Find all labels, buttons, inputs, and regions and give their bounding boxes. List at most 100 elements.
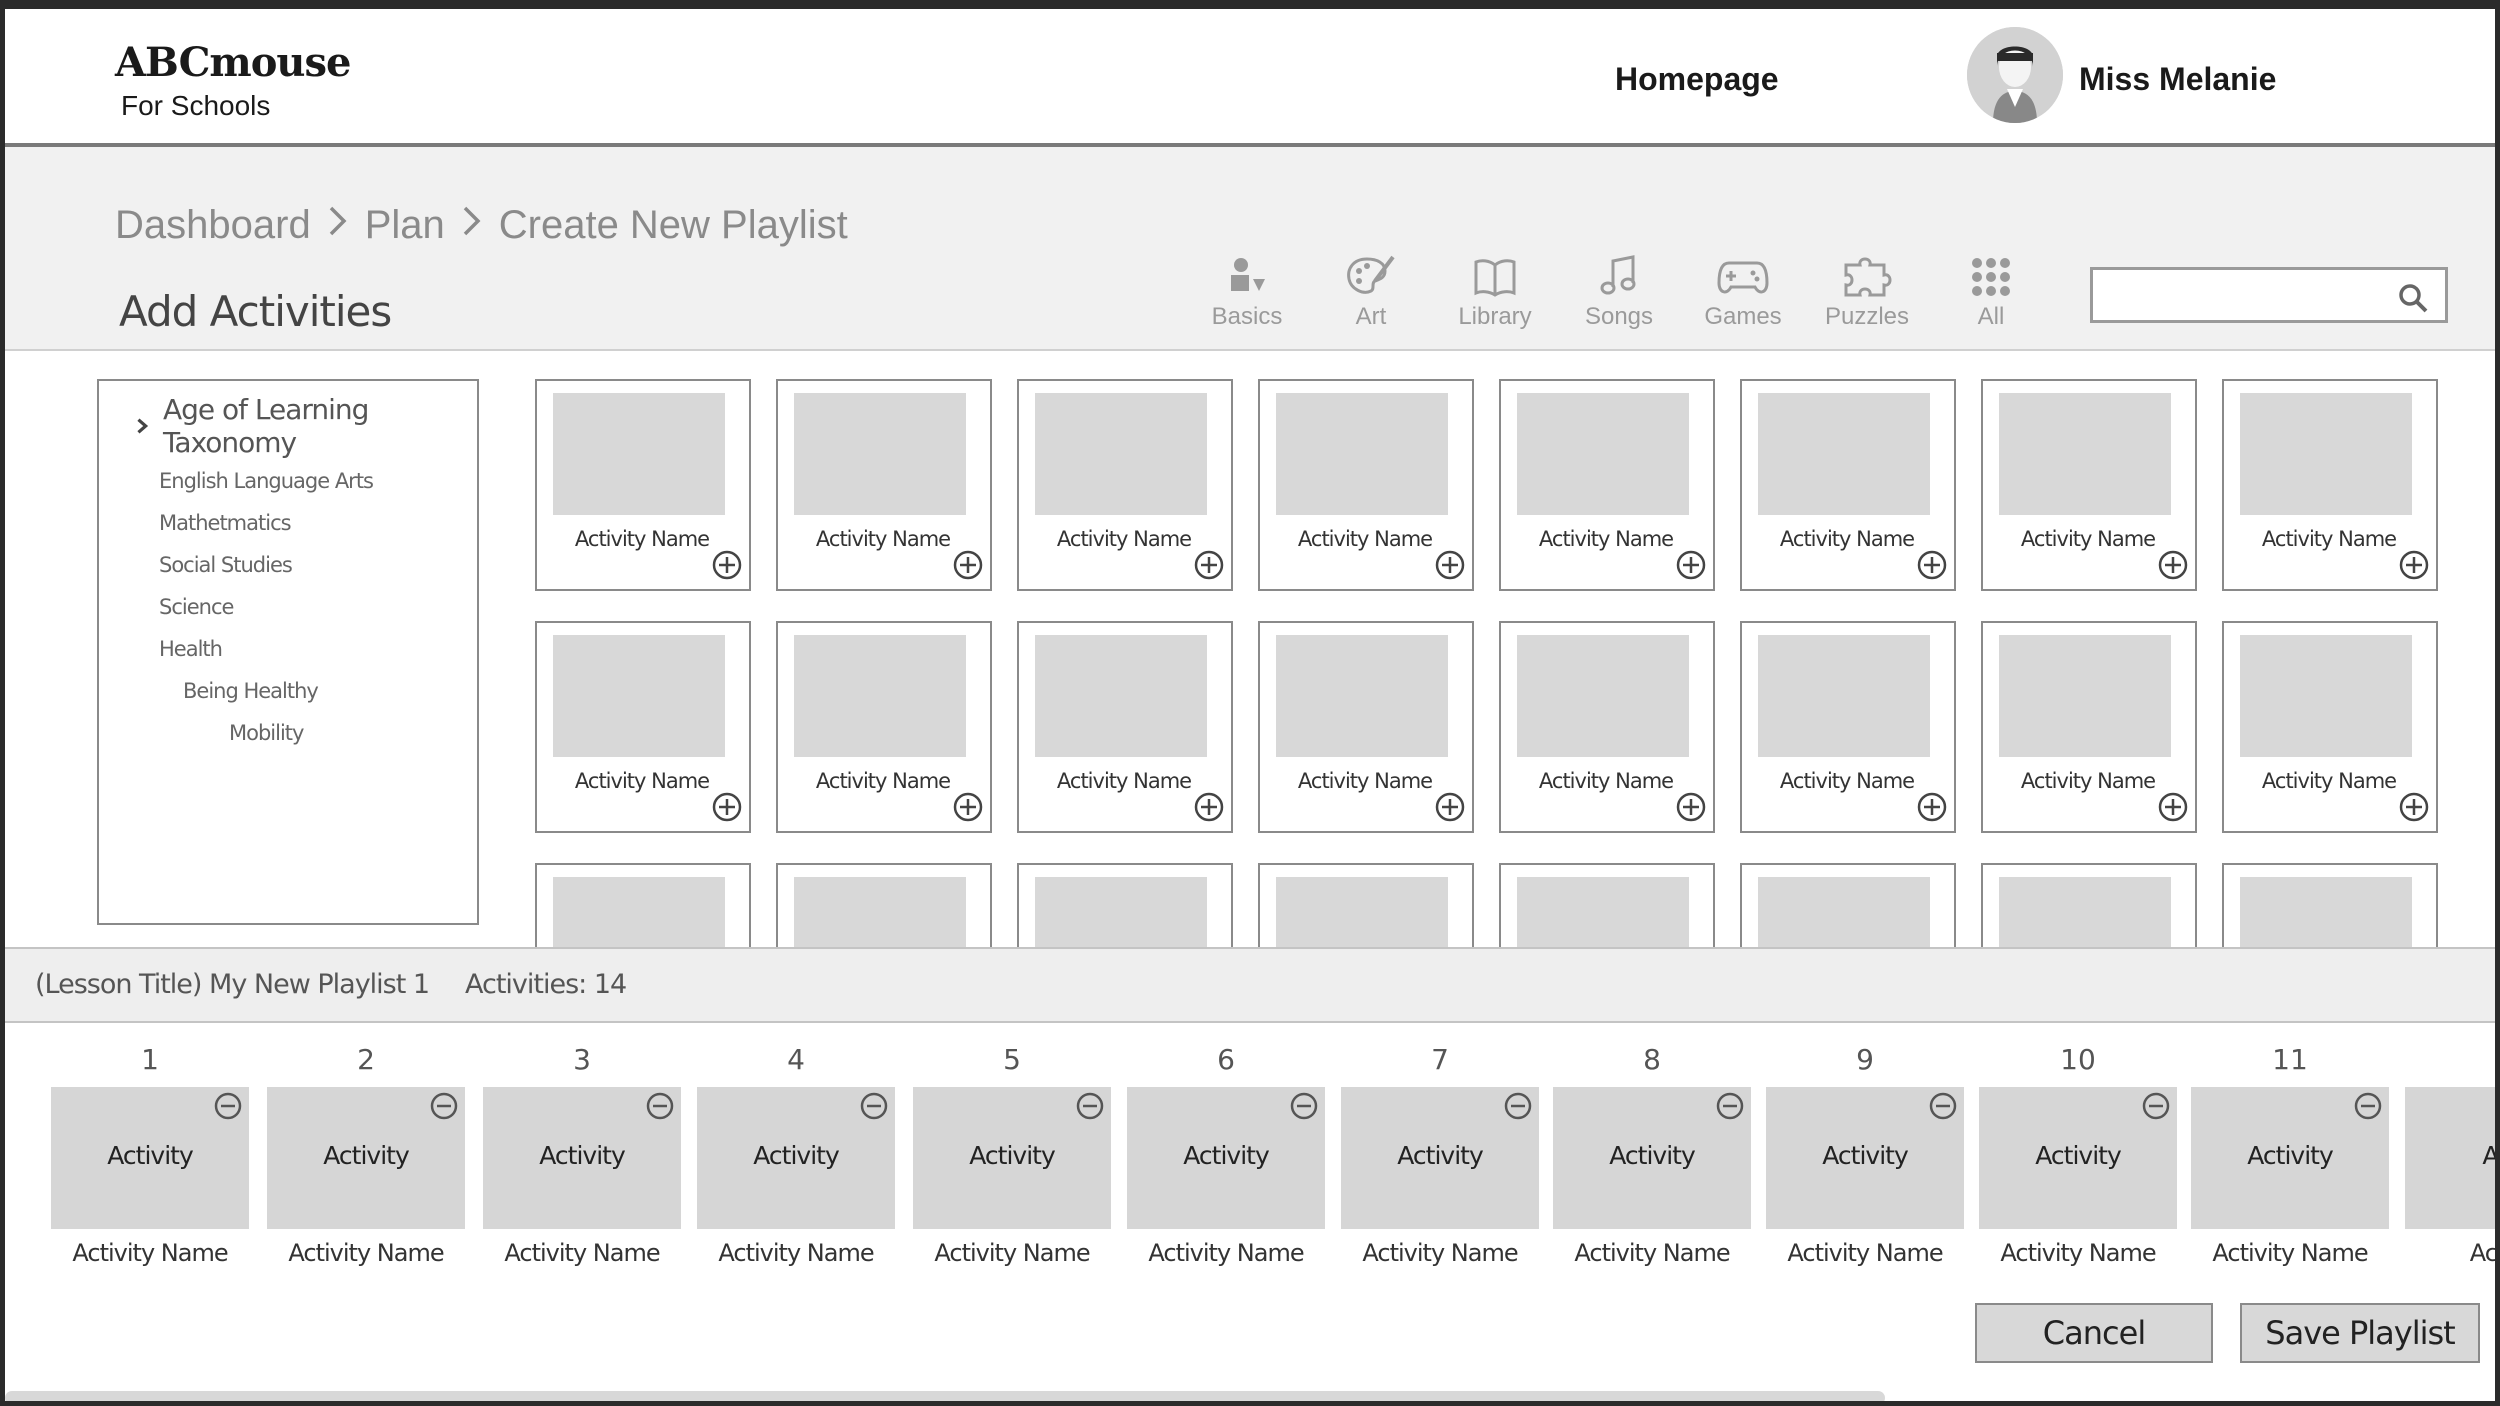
taxonomy-item[interactable]: English Language Arts xyxy=(159,469,374,493)
user-name[interactable]: Miss Melanie xyxy=(2079,61,2276,98)
tab-games[interactable]: Games xyxy=(1681,251,1805,331)
remove-circle-icon[interactable] xyxy=(429,1091,459,1121)
playlist-item-thumbnail[interactable]: Activity xyxy=(1127,1087,1325,1229)
remove-circle-icon[interactable] xyxy=(2353,1091,2383,1121)
activity-card[interactable]: Activity Name xyxy=(535,863,751,947)
taxonomy-item[interactable]: Mathetmatics xyxy=(159,511,292,535)
homepage-link[interactable]: Homepage xyxy=(1615,61,1779,98)
playlist-item[interactable]: 3 Activity Activity Name xyxy=(483,1023,681,1283)
activity-card[interactable]: Activity Name xyxy=(1499,863,1715,947)
add-circle-icon[interactable] xyxy=(1675,549,1707,581)
add-circle-icon[interactable] xyxy=(1193,549,1225,581)
activity-card[interactable]: Activity Name xyxy=(1740,379,1956,591)
activity-card[interactable]: Activity Name xyxy=(776,621,992,833)
activity-card[interactable]: Activity Name xyxy=(1258,379,1474,591)
cancel-button[interactable]: Cancel xyxy=(1975,1303,2213,1363)
add-circle-icon[interactable] xyxy=(952,791,984,823)
add-circle-icon[interactable] xyxy=(711,791,743,823)
user-avatar[interactable] xyxy=(1967,27,2063,123)
remove-circle-icon[interactable] xyxy=(1075,1091,1105,1121)
abcmouse-logo[interactable]: ABCmouse For Schools xyxy=(115,39,351,122)
remove-circle-icon[interactable] xyxy=(2141,1091,2171,1121)
playlist-item-thumbnail[interactable]: Activity xyxy=(267,1087,465,1229)
taxonomy-item[interactable]: Science xyxy=(159,595,234,619)
activity-card[interactable]: Activity Name xyxy=(2222,863,2438,947)
breadcrumb-plan[interactable]: Plan xyxy=(365,203,445,248)
playlist-item[interactable]: 2 Activity Activity Name xyxy=(267,1023,465,1283)
taxonomy-header[interactable]: Age of Learning Taxonomy xyxy=(133,393,477,459)
search-icon[interactable] xyxy=(2397,282,2429,319)
horizontal-scrollbar[interactable] xyxy=(5,1391,1885,1401)
remove-circle-icon[interactable] xyxy=(859,1091,889,1121)
playlist-item-thumbnail[interactable]: Activity xyxy=(1553,1087,1751,1229)
tab-basics[interactable]: Basics xyxy=(1185,251,1309,331)
breadcrumb-dashboard[interactable]: Dashboard xyxy=(115,203,311,248)
playlist-item-thumbnail[interactable]: Activity xyxy=(697,1087,895,1229)
playlist-item[interactable]: 9 Activity Activity Name xyxy=(1766,1023,1964,1283)
playlist-item[interactable]: 7 Activity Activity Name xyxy=(1341,1023,1539,1283)
activity-card[interactable]: Activity Name xyxy=(1017,621,1233,833)
playlist-title[interactable]: (Lesson Title) My New Playlist 1 xyxy=(35,969,430,1000)
add-circle-icon[interactable] xyxy=(1916,549,1948,581)
playlist-item-thumbnail[interactable]: Activity xyxy=(1979,1087,2177,1229)
activity-card[interactable]: Activity Name xyxy=(535,379,751,591)
playlist-item[interactable]: 6 Activity Activity Name xyxy=(1127,1023,1325,1283)
add-circle-icon[interactable] xyxy=(711,549,743,581)
add-circle-icon[interactable] xyxy=(2157,791,2189,823)
activity-card[interactable]: Activity Name xyxy=(1258,621,1474,833)
activity-card[interactable]: Activity Name xyxy=(2222,621,2438,833)
playlist-item-thumbnail[interactable]: Activity xyxy=(1341,1087,1539,1229)
playlist-item[interactable]: Acti Activit xyxy=(2405,1023,2495,1283)
playlist-item-thumbnail[interactable]: Activity xyxy=(1766,1087,1964,1229)
activity-card[interactable]: Activity Name xyxy=(535,621,751,833)
playlist-item-thumbnail[interactable]: Activity xyxy=(51,1087,249,1229)
playlist-item-thumbnail[interactable]: Activity xyxy=(483,1087,681,1229)
add-circle-icon[interactable] xyxy=(2398,791,2430,823)
playlist-item-thumbnail[interactable]: Acti xyxy=(2405,1087,2495,1229)
activity-card[interactable]: Activity Name xyxy=(1981,621,2197,833)
activity-card[interactable]: Activity Name xyxy=(1740,621,1956,833)
remove-circle-icon[interactable] xyxy=(213,1091,243,1121)
activity-card[interactable]: Activity Name xyxy=(1017,863,1233,947)
activity-card[interactable]: Activity Name xyxy=(776,379,992,591)
tab-all[interactable]: All xyxy=(1929,251,2053,331)
activity-card[interactable]: Activity Name xyxy=(1499,621,1715,833)
playlist-item[interactable]: 8 Activity Activity Name xyxy=(1553,1023,1751,1283)
playlist-item[interactable]: 10 Activity Activity Name xyxy=(1979,1023,2177,1283)
taxonomy-item[interactable]: Health xyxy=(159,637,223,661)
tab-art[interactable]: Art xyxy=(1309,251,1433,331)
remove-circle-icon[interactable] xyxy=(1503,1091,1533,1121)
tab-puzzles[interactable]: Puzzles xyxy=(1805,251,1929,331)
remove-circle-icon[interactable] xyxy=(1928,1091,1958,1121)
add-circle-icon[interactable] xyxy=(1916,791,1948,823)
search-input[interactable] xyxy=(2090,267,2448,323)
playlist-item-thumbnail[interactable]: Activity xyxy=(2191,1087,2389,1229)
activity-card[interactable]: Activity Name xyxy=(1258,863,1474,947)
add-circle-icon[interactable] xyxy=(1193,791,1225,823)
activity-card[interactable]: Activity Name xyxy=(1740,863,1956,947)
add-circle-icon[interactable] xyxy=(1434,791,1466,823)
activity-card[interactable]: Activity Name xyxy=(2222,379,2438,591)
tab-songs[interactable]: Songs xyxy=(1557,251,1681,331)
playlist-item-thumbnail[interactable]: Activity xyxy=(913,1087,1111,1229)
playlist-item[interactable]: 11 Activity Activity Name xyxy=(2191,1023,2389,1283)
playlist-item[interactable]: 1 Activity Activity Name xyxy=(51,1023,249,1283)
save-playlist-button[interactable]: Save Playlist xyxy=(2240,1303,2480,1363)
add-circle-icon[interactable] xyxy=(2157,549,2189,581)
remove-circle-icon[interactable] xyxy=(645,1091,675,1121)
remove-circle-icon[interactable] xyxy=(1715,1091,1745,1121)
add-circle-icon[interactable] xyxy=(952,549,984,581)
taxonomy-item[interactable]: Mobility xyxy=(229,721,304,745)
activity-card[interactable]: Activity Name xyxy=(1981,863,2197,947)
add-circle-icon[interactable] xyxy=(2398,549,2430,581)
remove-circle-icon[interactable] xyxy=(1289,1091,1319,1121)
add-circle-icon[interactable] xyxy=(1434,549,1466,581)
taxonomy-item[interactable]: Being Healthy xyxy=(183,679,319,703)
add-circle-icon[interactable] xyxy=(1675,791,1707,823)
taxonomy-item[interactable]: Social Studies xyxy=(159,553,293,577)
activity-card[interactable]: Activity Name xyxy=(776,863,992,947)
playlist-item[interactable]: 5 Activity Activity Name xyxy=(913,1023,1111,1283)
playlist-item[interactable]: 4 Activity Activity Name xyxy=(697,1023,895,1283)
tab-library[interactable]: Library xyxy=(1433,251,1557,331)
activity-card[interactable]: Activity Name xyxy=(1981,379,2197,591)
